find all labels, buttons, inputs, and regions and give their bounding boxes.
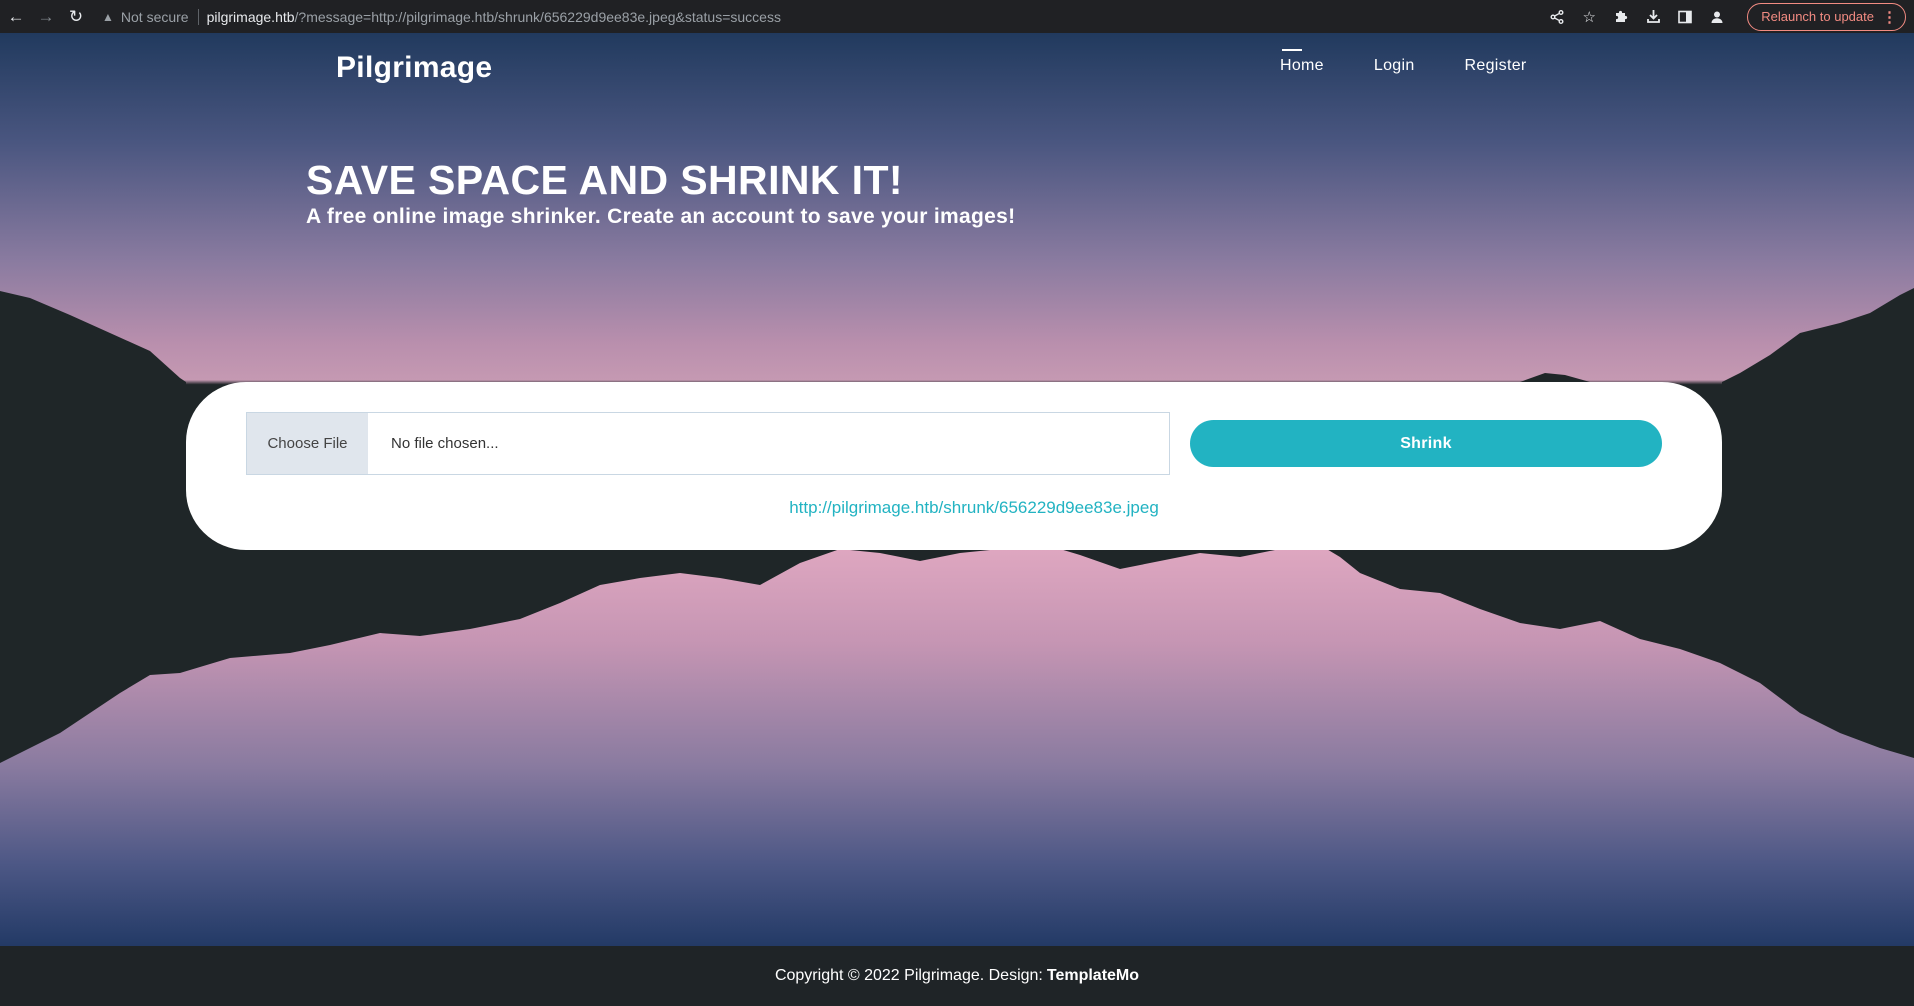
nav-home[interactable]: Home bbox=[1280, 49, 1324, 75]
side-panel-icon[interactable] bbox=[1669, 3, 1701, 31]
choose-file-button[interactable]: Choose File bbox=[247, 413, 368, 474]
back-button[interactable]: ← bbox=[2, 3, 30, 31]
hero-subtitle: A free online image shrinker. Create an … bbox=[306, 205, 1016, 228]
file-status-text: No file chosen... bbox=[391, 435, 499, 452]
footer-copyright: Copyright © 2022 Pilgrimage. Design: bbox=[774, 967, 1043, 984]
forward-button[interactable]: → bbox=[32, 3, 60, 31]
arrow-right-icon: → bbox=[37, 6, 55, 26]
browser-toolbar: ← → ↻ ▲ Not secure pilgrimage.htb/?messa… bbox=[0, 0, 1914, 33]
footer-design-link[interactable]: TemplateMo bbox=[1047, 967, 1139, 985]
more-menu-icon: ⋮ bbox=[1882, 8, 1897, 26]
upload-card: Choose File No file chosen... Shrink htt… bbox=[186, 382, 1722, 550]
reload-button[interactable]: ↻ bbox=[62, 3, 90, 31]
url-host: pilgrimage.htb bbox=[206, 8, 295, 25]
security-label: Not secure bbox=[120, 8, 189, 25]
file-input[interactable]: Choose File No file chosen... bbox=[246, 412, 1170, 475]
relaunch-update-button[interactable]: Relaunch to update ⋮ bbox=[1747, 2, 1906, 31]
url-path: /?message=http://pilgrimage.htb/shrunk/6… bbox=[294, 8, 781, 25]
shrink-button[interactable]: Shrink bbox=[1190, 420, 1662, 467]
reload-icon: ↻ bbox=[68, 6, 84, 26]
share-icon[interactable] bbox=[1541, 3, 1573, 31]
main-nav: Home Login Register bbox=[1280, 49, 1577, 75]
nav-login[interactable]: Login bbox=[1374, 57, 1415, 75]
omnibox-divider bbox=[197, 8, 199, 25]
extensions-puzzle-icon[interactable] bbox=[1605, 3, 1637, 31]
brand-logo[interactable]: Pilgrimage bbox=[336, 51, 492, 85]
warning-icon: ▲ bbox=[102, 9, 114, 24]
footer: Copyright © 2022 Pilgrimage. Design: Tem… bbox=[0, 946, 1914, 1006]
nav-register[interactable]: Register bbox=[1465, 57, 1527, 75]
profile-avatar-icon[interactable] bbox=[1701, 3, 1733, 31]
address-bar[interactable]: ▲ Not secure pilgrimage.htb/?message=htt… bbox=[102, 4, 1541, 30]
bookmark-star-icon[interactable]: ☆ bbox=[1573, 3, 1605, 31]
download-icon[interactable] bbox=[1637, 3, 1669, 31]
hero-title: SAVE SPACE AND SHRINK IT! bbox=[306, 157, 903, 203]
relaunch-label: Relaunch to update bbox=[1761, 9, 1874, 24]
page-body: Pilgrimage Home Login Register SAVE SPAC… bbox=[0, 33, 1914, 946]
arrow-left-icon: ← bbox=[7, 6, 25, 26]
shrunk-image-link[interactable]: http://pilgrimage.htb/shrunk/656229d9ee8… bbox=[186, 498, 1722, 518]
